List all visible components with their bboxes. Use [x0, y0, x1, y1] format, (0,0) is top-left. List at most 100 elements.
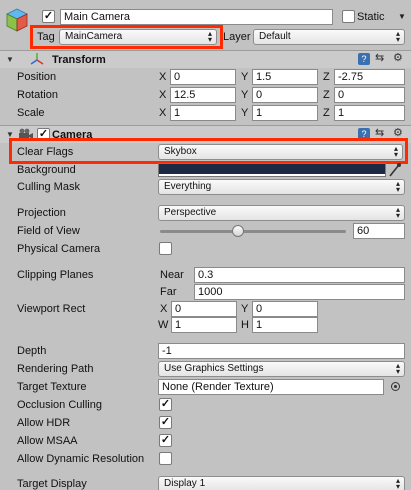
depth-label: Depth [17, 345, 47, 357]
scale-x-field[interactable]: 1 [170, 105, 236, 121]
layer-label: Layer [223, 31, 251, 43]
foldout-arrow-icon[interactable]: ▼ [6, 55, 14, 64]
camera-title: Camera [52, 129, 93, 141]
tag-dropdown[interactable]: MainCamera ▴ ▾ [59, 29, 217, 45]
background-label: Background [17, 164, 76, 176]
updown-arrow-icon: ▴ ▾ [207, 29, 212, 44]
scale-y-field[interactable]: 1 [252, 105, 318, 121]
position-z-field[interactable]: -2.75 [334, 69, 405, 85]
occlusion-culling-checkbox[interactable]: ✓ [159, 398, 172, 411]
target-texture-label: Target Texture [17, 381, 87, 393]
camera-help-icon[interactable]: ? [358, 128, 370, 140]
allow-msaa-checkbox[interactable]: ✓ [159, 434, 172, 447]
scale-z-field[interactable]: 1 [334, 105, 405, 121]
allow-msaa-label: Allow MSAA [17, 435, 78, 447]
projection-arrow-icon: ▴ ▾ [395, 205, 400, 220]
viewport-x-label: X [160, 303, 168, 315]
physical-camera-label: Physical Camera [17, 243, 101, 255]
near-label: Near [160, 269, 184, 281]
rendering-path-arrow-icon: ▴ ▾ [395, 361, 400, 376]
camera-preset-icon[interactable]: ⇆ [375, 127, 384, 139]
rotation-z-field[interactable]: 0 [334, 87, 405, 103]
gameobject-active-checkbox[interactable]: ✓ [42, 10, 55, 23]
allow-dynamic-resolution-checkbox[interactable] [159, 452, 172, 465]
projection-label: Projection [17, 207, 66, 219]
layer-dropdown[interactable]: Default ▴ ▾ [253, 29, 405, 45]
camera-foldout-arrow-icon[interactable]: ▼ [6, 130, 14, 139]
allow-dynamic-resolution-label: Allow Dynamic Resolution [17, 453, 145, 465]
culling-mask-value: Everything [164, 181, 212, 192]
fov-slider-track[interactable] [160, 230, 346, 233]
viewport-y-field[interactable]: 0 [252, 301, 318, 317]
rendering-path-dropdown[interactable]: Use Graphics Settings ▴ ▾ [158, 361, 405, 377]
projection-dropdown[interactable]: Perspective ▴ ▾ [158, 205, 405, 221]
clear-flags-value: Skybox [164, 146, 197, 157]
layer-dropdown-arrow-icon: ▴ ▾ [395, 29, 400, 44]
gameobject-cube-icon [6, 8, 28, 32]
static-dropdown-icon[interactable]: ▼ [398, 12, 406, 21]
allow-hdr-label: Allow HDR [17, 417, 71, 429]
object-picker-icon[interactable] [391, 382, 400, 391]
target-display-dropdown[interactable]: Display 1 ▴ ▾ [158, 476, 405, 490]
rotation-z-label: Z [323, 89, 330, 101]
background-alpha-bar [159, 174, 385, 176]
culling-mask-dropdown[interactable]: Everything ▴ ▾ [158, 179, 405, 195]
clipping-planes-label: Clipping Planes [17, 269, 94, 281]
rotation-label: Rotation [17, 89, 58, 101]
object-picker-dot [394, 385, 397, 388]
rotation-x-field[interactable]: 12.5 [170, 87, 236, 103]
scale-label: Scale [17, 107, 45, 119]
target-display-label: Target Display [17, 478, 87, 490]
transform-icon [30, 52, 44, 66]
position-y-field[interactable]: 1.5 [252, 69, 318, 85]
viewport-x-field[interactable]: 0 [171, 301, 237, 317]
clear-flags-label: Clear Flags [17, 146, 74, 158]
eyedropper-icon[interactable] [388, 162, 402, 178]
position-label: Position [17, 71, 57, 83]
rotation-x-label: X [159, 89, 167, 101]
near-field[interactable]: 0.3 [194, 267, 405, 283]
rendering-path-value: Use Graphics Settings [164, 363, 264, 374]
background-color-field[interactable] [158, 163, 386, 177]
position-y-label: Y [241, 71, 249, 83]
target-display-arrow-icon: ▴ ▾ [395, 476, 400, 490]
target-texture-field[interactable]: None (Render Texture) [158, 379, 384, 395]
position-x-field[interactable]: 0 [170, 69, 236, 85]
culling-mask-label: Culling Mask [17, 181, 80, 193]
depth-field[interactable]: -1 [158, 343, 405, 359]
static-label: Static [357, 11, 385, 23]
camera-gear-icon[interactable]: ⚙ [393, 127, 403, 139]
clear-flags-dropdown[interactable]: Skybox ▴ ▾ [158, 144, 403, 160]
target-display-value: Display 1 [164, 478, 206, 489]
position-z-label: Z [323, 71, 330, 83]
layer-value: Default [259, 31, 291, 42]
viewport-w-field[interactable]: 1 [171, 317, 237, 333]
viewport-h-field[interactable]: 1 [252, 317, 318, 333]
tag-value: MainCamera [65, 31, 123, 42]
allow-hdr-checkbox[interactable]: ✓ [159, 416, 172, 429]
gameobject-name-field[interactable]: Main Camera [60, 9, 333, 25]
clear-flags-arrow-icon: ▴ ▾ [393, 144, 398, 159]
viewport-y-label: Y [241, 303, 249, 315]
help-icon[interactable]: ? [358, 53, 370, 65]
rotation-y-field[interactable]: 0 [252, 87, 318, 103]
culling-mask-arrow-icon: ▴ ▾ [395, 179, 400, 194]
camera-enabled-checkbox[interactable]: ✓ [37, 128, 50, 141]
static-checkbox[interactable] [342, 10, 355, 23]
transform-title: Transform [52, 54, 106, 66]
fov-label: Field of View [17, 225, 80, 237]
far-field[interactable]: 1000 [194, 284, 405, 300]
viewport-h-label: H [241, 319, 249, 331]
rendering-path-label: Rendering Path [17, 363, 94, 375]
fov-slider-thumb[interactable] [232, 225, 245, 237]
preset-icon[interactable]: ⇆ [375, 52, 384, 64]
gear-icon[interactable]: ⚙ [393, 52, 403, 64]
viewport-rect-label: Viewport Rect [17, 303, 86, 315]
camera-icon [18, 128, 34, 140]
position-x-label: X [159, 71, 167, 83]
occlusion-culling-label: Occlusion Culling [17, 399, 102, 411]
rotation-y-label: Y [241, 89, 249, 101]
fov-field[interactable]: 60 [353, 223, 405, 239]
physical-camera-checkbox[interactable] [159, 242, 172, 255]
viewport-w-label: W [158, 319, 169, 331]
